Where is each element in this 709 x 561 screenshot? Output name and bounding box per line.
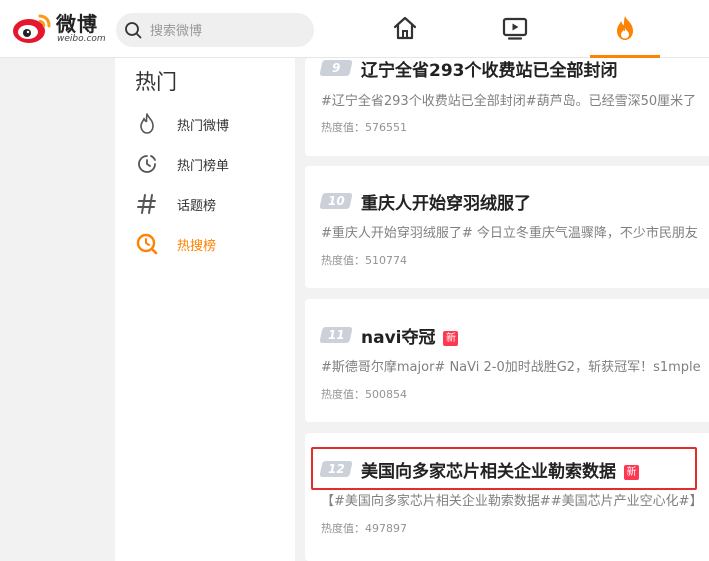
search-input[interactable] — [148, 20, 302, 42]
sidebar-item-hot-weibo[interactable]: 热门微博 — [135, 110, 285, 138]
new-badge: 新 — [443, 331, 459, 346]
clock-chart-icon — [138, 155, 156, 173]
hot-search-card-11[interactable]: 11 navi夺冠新 #斯德哥尔摩major# NaVi 2-0加时战胜G2，斩… — [305, 299, 709, 422]
heat-value: 热度值：497897 — [321, 522, 407, 535]
heat-value: 热度值：500854 — [321, 388, 407, 401]
logo-text: 微博 — [56, 12, 98, 36]
rank-badge: 9 — [319, 60, 353, 76]
hot-search-card-9[interactable]: 9 辽宁全省293个收费站已全部封闭 #辽宁全省293个收费站已全部封闭#葫芦岛… — [305, 58, 709, 156]
sidebar-item-label: 热门榜单 — [177, 159, 230, 174]
sidebar-item-label: 热门微博 — [177, 119, 230, 134]
sidebar-item-label: 话题榜 — [177, 199, 217, 214]
hot-search-card-10[interactable]: 10 重庆人开始穿羽绒服了 #重庆人开始穿羽绒服了# 今日立冬重庆气温骤降，不少… — [305, 166, 709, 288]
sidebar-item-label: 热搜榜 — [177, 239, 217, 254]
rank-badge: 11 — [319, 327, 353, 343]
sidebar-item-hot-search[interactable]: 热搜榜 — [135, 230, 285, 258]
topic-title[interactable]: 重庆人开始穿羽绒服了 — [361, 189, 531, 214]
topic-description: #重庆人开始穿羽绒服了# 今日立冬重庆气温骤降，不少市民朋友 — [321, 226, 698, 241]
weibo-logo[interactable]: 微博 weibo.com — [12, 8, 107, 48]
search-box[interactable] — [116, 13, 314, 47]
topic-description: #斯德哥尔摩major# NaVi 2-0加时战胜G2，斩获冠军！s1mple — [321, 360, 701, 375]
flame-outline-icon — [140, 113, 154, 134]
home-icon[interactable] — [391, 14, 419, 42]
topic-title[interactable]: 美国向多家芯片相关企业勒索数据新 — [361, 457, 639, 482]
new-badge: 新 — [624, 465, 639, 480]
search-icon[interactable] — [124, 21, 142, 39]
sidebar-title: 热门 — [135, 70, 177, 94]
heat-value: 热度值：510774 — [321, 254, 407, 267]
hot-fire-icon[interactable] — [611, 14, 639, 42]
hot-search-icon — [136, 233, 158, 255]
sidebar-item-hot-list[interactable]: 热门榜单 — [135, 150, 285, 178]
hot-search-card-12[interactable]: 12 美国向多家芯片相关企业勒索数据新 【#美国向多家芯片相关企业勒索数据##美… — [305, 433, 709, 561]
topic-title[interactable]: navi夺冠新 — [361, 323, 459, 348]
heat-value: 热度值：576551 — [321, 121, 407, 134]
topic-title[interactable]: 辽宁全省293个收费站已全部封闭 — [361, 56, 618, 81]
topic-description: 【#美国向多家芯片相关企业勒索数据##美国芯片产业空心化#】 — [321, 494, 703, 509]
logo-subtext: weibo.com — [57, 34, 106, 44]
top-bar: 微博 weibo.com — [0, 0, 709, 58]
video-icon[interactable] — [501, 14, 529, 42]
weibo-eye-icon — [13, 14, 51, 43]
sidebar-item-topics[interactable]: 话题榜 — [135, 190, 285, 218]
rank-badge: 12 — [319, 461, 353, 477]
rank-badge: 10 — [319, 193, 353, 209]
left-sidebar: 热门 热门微博 热门榜单 话题榜 热搜榜 — [115, 58, 295, 561]
topic-description: #辽宁全省293个收费站已全部封闭#葫芦岛。已经雪深50厘米了 — [321, 94, 697, 109]
hash-icon — [137, 194, 156, 214]
